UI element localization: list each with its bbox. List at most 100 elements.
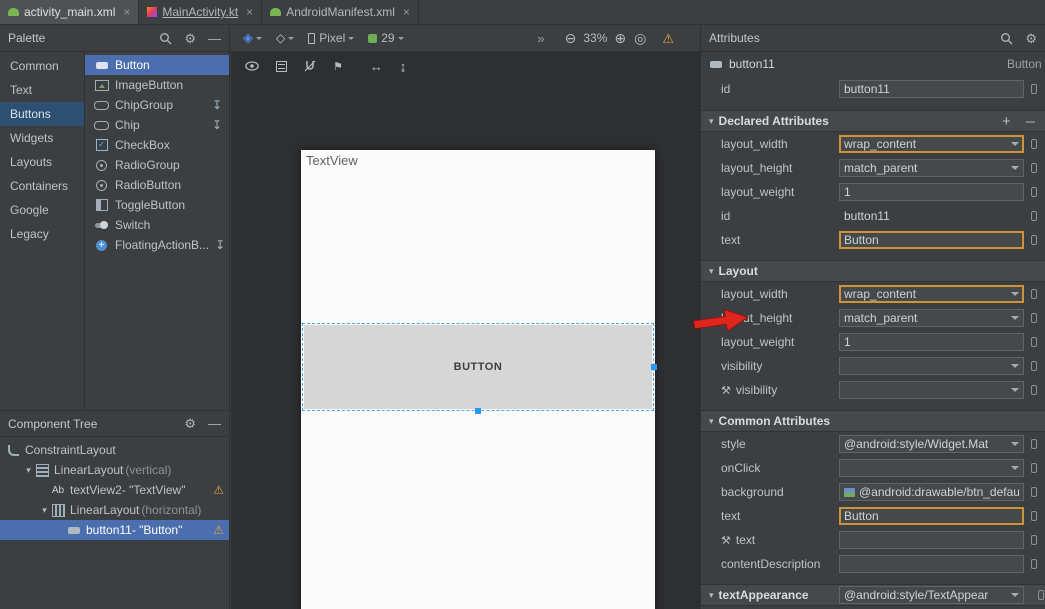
tab-androidmanifest-xml[interactable]: AndroidManifest.xml× [262,0,419,24]
dropdown-arrow-icon[interactable] [1011,142,1019,150]
flag-icon[interactable] [1031,84,1037,94]
field-text[interactable]: Button [839,231,1024,249]
infer-constraints-icon[interactable]: ↨ [400,60,407,73]
palette-category-widgets[interactable]: Widgets [0,126,84,150]
dropdown-arrow-icon[interactable] [1011,466,1019,474]
dropdown-arrow-icon[interactable] [1011,316,1019,324]
field-onclick[interactable] [839,459,1024,477]
flag-icon[interactable] [1031,511,1037,521]
dropdown-arrow-icon[interactable] [1011,166,1019,174]
close-icon[interactable]: × [403,6,410,18]
orientation-selector[interactable]: ◇ [276,31,294,45]
field-layout-width[interactable]: wrap_content [839,135,1024,153]
field-text[interactable]: Button [839,507,1024,525]
selection-outline[interactable]: BUTTON [302,323,654,411]
field-layout-weight[interactable]: 1 [839,333,1024,351]
id-field[interactable]: button11 [839,80,1024,98]
flag-icon[interactable] [1031,289,1037,299]
flag-icon[interactable] [1031,361,1037,371]
resize-handle-right[interactable] [651,364,657,370]
field-visibility[interactable] [839,357,1024,375]
palette-category-layouts[interactable]: Layouts [0,150,84,174]
tree-item-constraintlayout[interactable]: ConstraintLayout [0,440,229,460]
flag-icon[interactable] [1031,139,1037,149]
zoom-fit-button[interactable]: ◎ [634,31,646,45]
flag-icon[interactable] [1031,439,1037,449]
flag-icon[interactable] [1031,187,1037,197]
textview-widget[interactable]: TextView [306,153,358,168]
add-attribute-button[interactable]: + [1002,113,1011,130]
palette-category-text[interactable]: Text [0,78,84,102]
gear-icon[interactable]: ⚙ [184,417,196,430]
zoom-out-button[interactable]: ⊖ [565,31,577,45]
search-icon[interactable] [159,32,172,45]
field-layout-height[interactable]: match_parent [839,159,1024,177]
palette-item-checkbox[interactable]: CheckBox [85,135,229,155]
dropdown-arrow-icon[interactable] [1011,292,1019,300]
chevron-down-icon[interactable]: ▾ [38,505,51,516]
dropdown-arrow-icon[interactable] [1011,593,1019,601]
palette-item-switch[interactable]: Switch [85,215,229,235]
minimize-icon[interactable]: — [208,417,221,430]
field-contentdescription[interactable] [839,555,1024,573]
value-id[interactable]: button11 [839,207,1024,225]
palette-category-buttons[interactable]: Buttons [0,102,84,126]
tab-mainactivity-kt[interactable]: MainActivity.kt× [139,0,262,24]
palette-category-google[interactable]: Google [0,198,84,222]
field-layout-width[interactable]: wrap_content [839,285,1024,303]
default-margins-icon[interactable]: ⚑ [333,60,343,73]
chevron-down-icon[interactable]: ▾ [22,465,35,476]
flag-icon[interactable] [1038,590,1044,600]
field-text[interactable] [839,531,1024,549]
device-screen[interactable]: TextView BUTTON [301,150,655,609]
section-header-common-attributes[interactable]: ▾Common Attributes [701,410,1045,432]
gear-icon[interactable]: ⚙ [1025,32,1037,45]
section-header-layout[interactable]: ▾Layout [701,260,1045,282]
field-textappearance[interactable]: @android:style/TextAppear [839,586,1024,604]
tree-item-textview2-textview[interactable]: ▾textView2- "TextView"⚠ [0,480,229,500]
field-visibility[interactable] [839,381,1024,399]
palette-item-floatingactionb[interactable]: FloatingActionB...↧ [85,235,229,255]
flag-icon[interactable] [1031,235,1037,245]
blueprint-icon[interactable] [276,61,287,72]
palette-category-legacy[interactable]: Legacy [0,222,84,246]
button-widget[interactable]: BUTTON [304,325,652,409]
tree-item-button11-button[interactable]: ▾button11- "Button"⚠ [0,520,229,540]
flag-icon[interactable] [1031,211,1037,221]
close-icon[interactable]: × [246,6,253,18]
gear-icon[interactable]: ⚙ [184,32,196,45]
palette-item-button[interactable]: Button [85,55,229,75]
section-header-textappearance[interactable]: ▾textAppearance@android:style/TextAppear [701,584,1045,606]
flag-icon[interactable] [1031,337,1037,347]
dropdown-arrow-icon[interactable] [1011,388,1019,396]
overflow-chevrons[interactable]: » [537,31,544,46]
search-icon[interactable] [1000,32,1013,45]
palette-item-chip[interactable]: Chip↧ [85,115,229,135]
device-selector[interactable]: Pixel [308,31,354,45]
tree-item-linearlayout[interactable]: ▾LinearLayout(vertical) [0,460,229,480]
zoom-in-button[interactable]: ⊕ [614,31,626,45]
api-selector[interactable]: 29 [368,31,403,45]
warnings-button[interactable]: ⚠ [662,32,674,45]
remove-attribute-button[interactable]: ─ [1026,114,1035,129]
palette-item-togglebutton[interactable]: ToggleButton [85,195,229,215]
flag-icon[interactable] [1031,559,1037,569]
palette-item-radiogroup[interactable]: RadioGroup [85,155,229,175]
palette-category-common[interactable]: Common [0,54,84,78]
resize-handle-bottom[interactable] [475,408,481,414]
tree-item-linearlayout[interactable]: ▾LinearLayout(horizontal) [0,500,229,520]
palette-item-radiobutton[interactable]: RadioButton [85,175,229,195]
autoconnect-off-icon[interactable] [304,60,316,72]
flag-icon[interactable] [1031,463,1037,473]
flag-icon[interactable] [1031,313,1037,323]
view-options-icon[interactable] [245,61,259,71]
field-style[interactable]: @android:style/Widget.Mat [839,435,1024,453]
design-surface-selector[interactable]: ◈ [243,30,262,46]
palette-item-imagebutton[interactable]: ImageButton [85,75,229,95]
dropdown-arrow-icon[interactable] [1011,364,1019,372]
field-layout-weight[interactable]: 1 [839,183,1024,201]
flag-icon[interactable] [1031,535,1037,545]
flag-icon[interactable] [1031,163,1037,173]
tab-activity-main-xml[interactable]: activity_main.xml× [0,0,139,24]
palette-category-containers[interactable]: Containers [0,174,84,198]
